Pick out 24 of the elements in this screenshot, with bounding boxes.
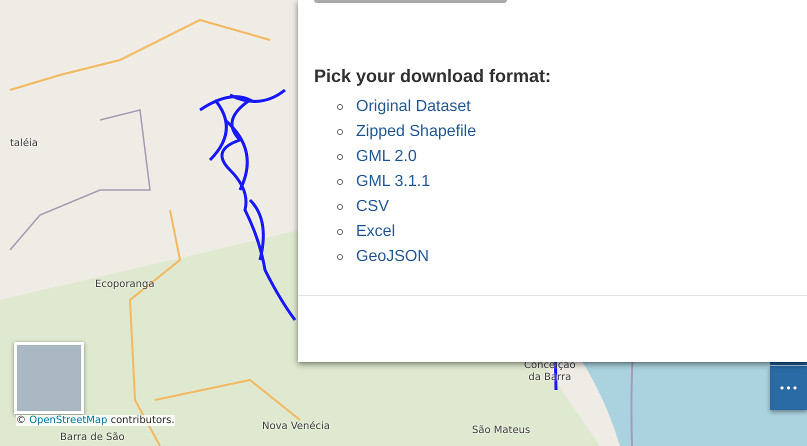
bullet-icon bbox=[337, 178, 343, 184]
place-label: Nova Venécia bbox=[262, 421, 330, 433]
format-link[interactable]: Excel bbox=[356, 222, 396, 240]
place-label: taléia bbox=[10, 138, 38, 150]
attribution-link[interactable]: OpenStreetMap bbox=[29, 415, 108, 426]
bullet-icon bbox=[337, 104, 343, 110]
place-label: São Mateus bbox=[472, 425, 530, 437]
format-link[interactable]: Original Dataset bbox=[356, 98, 471, 116]
format-link[interactable]: Zipped Shapefile bbox=[356, 122, 476, 140]
format-link[interactable]: GML 2.0 bbox=[356, 148, 417, 166]
attribution-text: contributors. bbox=[110, 415, 175, 426]
format-link[interactable]: GML 3.1.1 bbox=[356, 172, 430, 190]
minimap-thumbnail[interactable] bbox=[14, 342, 84, 414]
bullet-icon bbox=[337, 204, 343, 210]
more-button[interactable]: ••• bbox=[770, 366, 807, 410]
format-link[interactable]: GeoJSON bbox=[356, 248, 429, 266]
place-label: Barra de São bbox=[60, 432, 125, 444]
copyright-symbol: © bbox=[16, 415, 27, 426]
bullet-icon bbox=[337, 128, 343, 134]
format-link[interactable]: CSV bbox=[356, 198, 389, 216]
bullet-icon bbox=[337, 254, 343, 260]
bullet-icon bbox=[337, 228, 343, 234]
dialog-heading: Pick your download format: bbox=[314, 66, 552, 87]
bullet-icon bbox=[337, 154, 343, 160]
